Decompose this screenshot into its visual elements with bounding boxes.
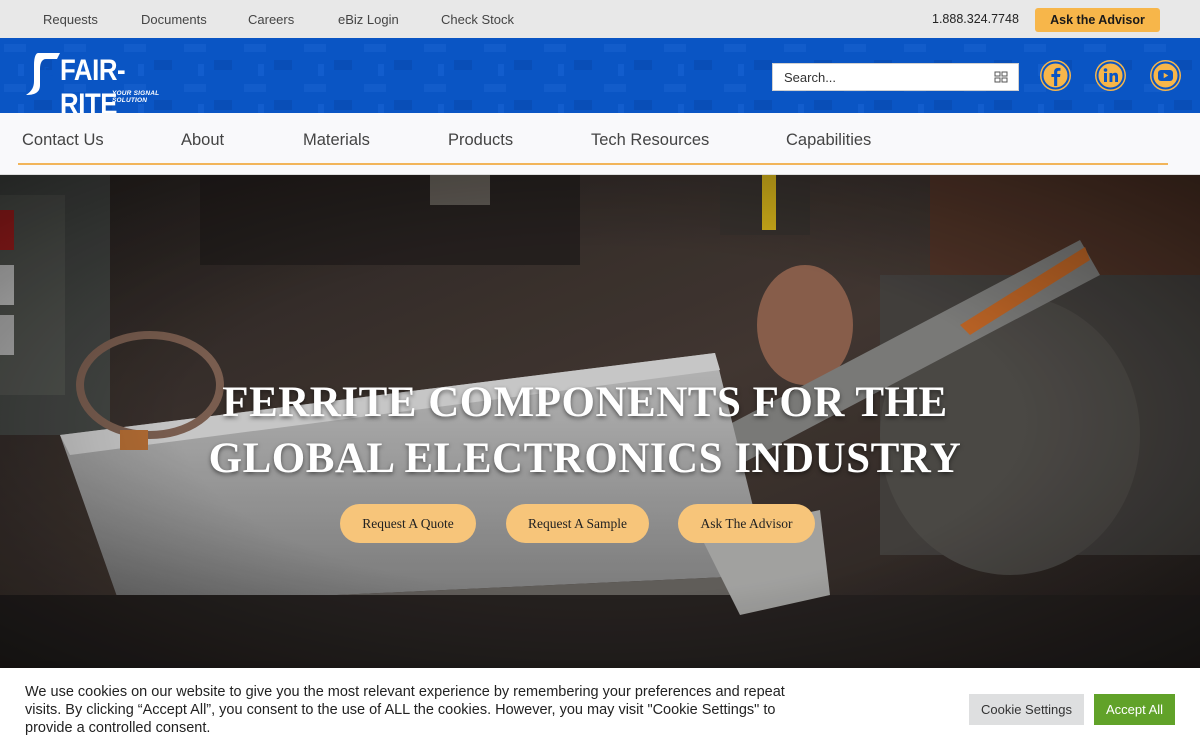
youtube-icon[interactable] — [1150, 60, 1181, 91]
nav-item-tech-resources[interactable]: Tech Resources — [591, 131, 709, 150]
nav-item-contact-us[interactable]: Contact Us — [22, 131, 104, 150]
ask-the-advisor-button[interactable]: Ask The Advisor — [678, 504, 815, 543]
logo-mark-icon: F R — [26, 53, 60, 95]
svg-text:R: R — [48, 74, 54, 83]
hero-title-line-2: GLOBAL ELECTRONICS INDUSTRY — [208, 435, 962, 482]
ask-advisor-button[interactable]: Ask the Advisor — [1035, 8, 1160, 32]
cookie-banner: We use cookies on our website to give yo… — [0, 668, 1200, 750]
fair-rite-logo[interactable]: F R FAIR-RITE YOUR SIGNAL SOLUTION — [24, 51, 194, 113]
cookie-message: We use cookies on our website to give yo… — [25, 684, 785, 736]
request-quote-button[interactable]: Request A Quote — [340, 504, 476, 543]
site-header: F R FAIR-RITE YOUR SIGNAL SOLUTION — [0, 38, 1200, 113]
search-icon[interactable] — [994, 70, 1008, 84]
cookie-settings-button[interactable]: Cookie Settings — [969, 694, 1084, 725]
accept-all-button[interactable]: Accept All — [1094, 694, 1175, 725]
request-sample-button[interactable]: Request A Sample — [506, 504, 649, 543]
nav-item-materials[interactable]: Materials — [303, 131, 370, 150]
search-input[interactable] — [773, 64, 983, 90]
main-navigation: Contact Us About Materials Products Tech… — [0, 113, 1200, 175]
hero-banner: FERRITE COMPONENTS FOR THE GLOBAL ELECTR… — [0, 175, 1200, 668]
utility-link-documents[interactable]: Documents — [141, 12, 207, 27]
hero-title: FERRITE COMPONENTS FOR THE GLOBAL ELECTR… — [0, 375, 1170, 487]
logo-wordmark: FAIR-RITE — [60, 54, 126, 113]
utility-link-ebiz-login[interactable]: eBiz Login — [338, 12, 399, 27]
nav-item-capabilities[interactable]: Capabilities — [786, 131, 871, 150]
logo-tagline: YOUR SIGNAL SOLUTION — [112, 90, 160, 104]
nav-divider — [18, 163, 1168, 165]
utility-bar: Requests Documents Careers eBiz Login Ch… — [0, 0, 1200, 38]
search-box — [772, 63, 1019, 91]
hero-title-line-1: FERRITE COMPONENTS FOR THE — [222, 379, 948, 426]
nav-item-about[interactable]: About — [181, 131, 224, 150]
utility-link-careers[interactable]: Careers — [248, 12, 294, 27]
utility-link-requests[interactable]: Requests — [43, 12, 98, 27]
utility-link-check-stock[interactable]: Check Stock — [441, 12, 514, 27]
nav-item-products[interactable]: Products — [448, 131, 513, 150]
linkedin-icon[interactable] — [1095, 60, 1126, 91]
phone-number[interactable]: 1.888.324.7748 — [932, 12, 1019, 26]
facebook-icon[interactable] — [1040, 60, 1071, 91]
